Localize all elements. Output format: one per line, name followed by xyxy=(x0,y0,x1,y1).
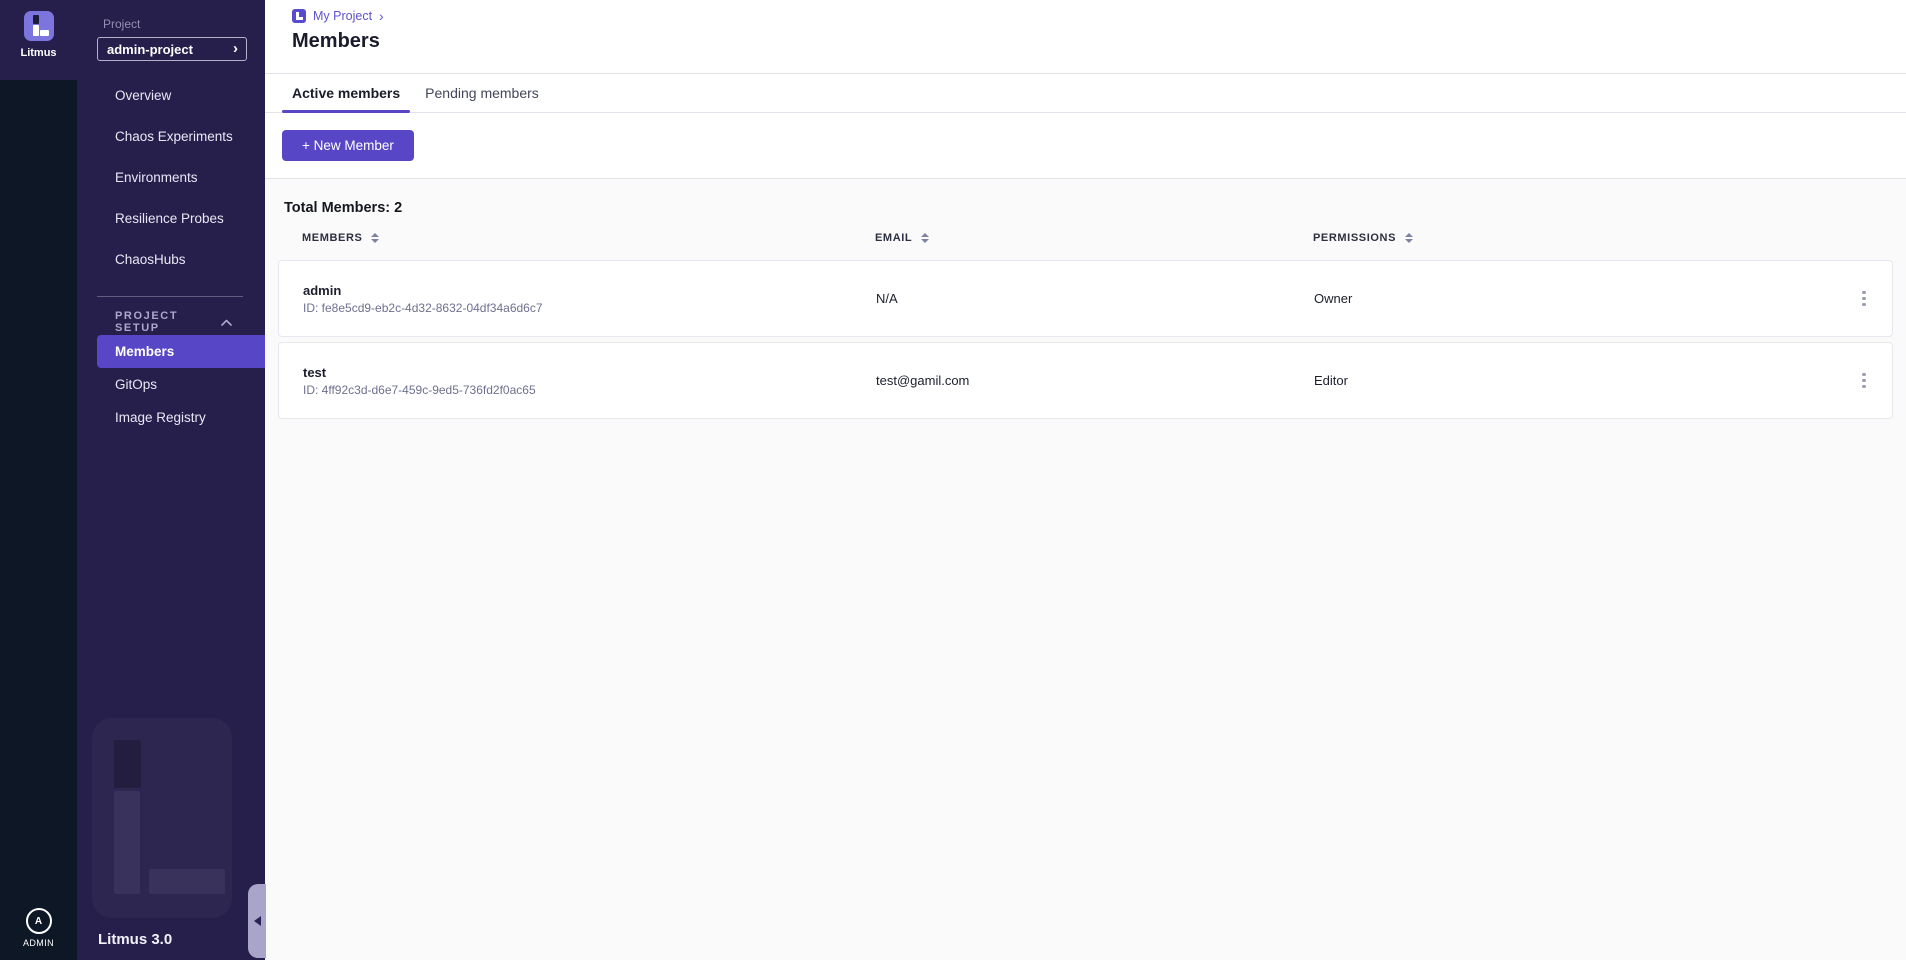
member-id: ID: fe8e5cd9-eb2c-4d32-8632-04df34a6d6c7 xyxy=(303,301,876,315)
kebab-menu-icon[interactable] xyxy=(1850,285,1878,313)
members-section: Total Members: 2 MEMBERS EMAIL PERMISSIO… xyxy=(265,179,1906,960)
tab-active-members[interactable]: Active members xyxy=(282,74,410,112)
litmus-logo-icon xyxy=(24,11,54,41)
sort-members-icon[interactable] xyxy=(371,233,379,243)
page-title: Members xyxy=(292,30,1906,53)
members-table-header: MEMBERS EMAIL PERMISSIONS xyxy=(278,216,1893,260)
member-permission: Editor xyxy=(1314,373,1836,388)
version-label: Litmus 3.0 xyxy=(98,931,172,948)
column-members-label: MEMBERS xyxy=(302,232,362,244)
member-email: test@gamil.com xyxy=(876,373,1314,388)
breadcrumb-my-project-link[interactable]: My Project xyxy=(313,9,372,23)
sidebar-item-resilience-probes[interactable]: Resilience Probes xyxy=(77,198,265,239)
total-members-label: Total Members: 2 xyxy=(284,200,1893,216)
app-logo-block: Litmus xyxy=(0,0,77,80)
sidebar-nav: Overview Chaos Experiments Environments … xyxy=(77,75,265,280)
kebab-menu-icon[interactable] xyxy=(1850,367,1878,395)
user-block: A ADMIN xyxy=(23,908,54,948)
new-member-button[interactable]: + New Member xyxy=(282,130,414,161)
tab-pending-members[interactable]: Pending members xyxy=(415,74,549,112)
members-toolbar: + New Member xyxy=(265,113,1906,179)
app-name-label: Litmus xyxy=(20,47,56,59)
chevron-up-icon xyxy=(221,319,232,326)
sidebar-item-environments[interactable]: Environments xyxy=(77,157,265,198)
member-email: N/A xyxy=(876,291,1314,306)
project-selected-value: admin-project xyxy=(107,42,193,57)
project-setup-section-toggle[interactable]: PROJECT SETUP xyxy=(77,309,265,335)
page-header: My Project › Members xyxy=(265,0,1906,74)
main-content: My Project › Members Active members Pend… xyxy=(265,0,1906,960)
sidebar-item-overview[interactable]: Overview xyxy=(77,75,265,116)
sidebar-item-chaos-experiments[interactable]: Chaos Experiments xyxy=(77,116,265,157)
member-name: test xyxy=(303,365,876,380)
members-tabs: Active members Pending members xyxy=(265,74,1906,113)
user-role-label: ADMIN xyxy=(23,938,54,948)
chevron-right-icon: › xyxy=(233,41,238,56)
project-label: Project xyxy=(103,17,265,31)
left-rail: Litmus A ADMIN xyxy=(0,0,77,960)
project-selector[interactable]: admin-project › xyxy=(97,37,247,61)
sidebar-item-gitops[interactable]: GitOps xyxy=(97,368,265,401)
project-setup-label: PROJECT SETUP xyxy=(115,310,221,334)
sort-permissions-icon[interactable] xyxy=(1405,233,1413,243)
sort-email-icon[interactable] xyxy=(921,233,929,243)
sidebar-item-members[interactable]: Members xyxy=(97,335,265,368)
sidebar-item-image-registry[interactable]: Image Registry xyxy=(97,401,265,434)
breadcrumb: My Project › xyxy=(292,9,1906,23)
table-row: test ID: 4ff92c3d-d6e7-459c-9ed5-736fd2f… xyxy=(278,342,1893,419)
sidebar-item-chaoshubs[interactable]: ChaosHubs xyxy=(77,239,265,280)
sidebar-divider xyxy=(97,296,243,297)
member-name: admin xyxy=(303,283,876,298)
table-row: admin ID: fe8e5cd9-eb2c-4d32-8632-04df34… xyxy=(278,260,1893,337)
collapse-sidebar-button[interactable] xyxy=(248,884,266,958)
user-avatar[interactable]: A xyxy=(26,908,52,934)
litmus-watermark-icon xyxy=(92,718,232,918)
member-permission: Owner xyxy=(1314,291,1836,306)
triangle-left-icon xyxy=(254,916,261,926)
column-permissions-label: PERMISSIONS xyxy=(1313,232,1396,244)
sidebar: Project admin-project › Overview Chaos E… xyxy=(77,0,265,960)
member-id: ID: 4ff92c3d-d6e7-459c-9ed5-736fd2f0ac65 xyxy=(303,383,876,397)
column-email-label: EMAIL xyxy=(875,232,912,244)
project-breadcrumb-icon xyxy=(292,9,306,23)
breadcrumb-chevron-icon: › xyxy=(379,9,384,23)
